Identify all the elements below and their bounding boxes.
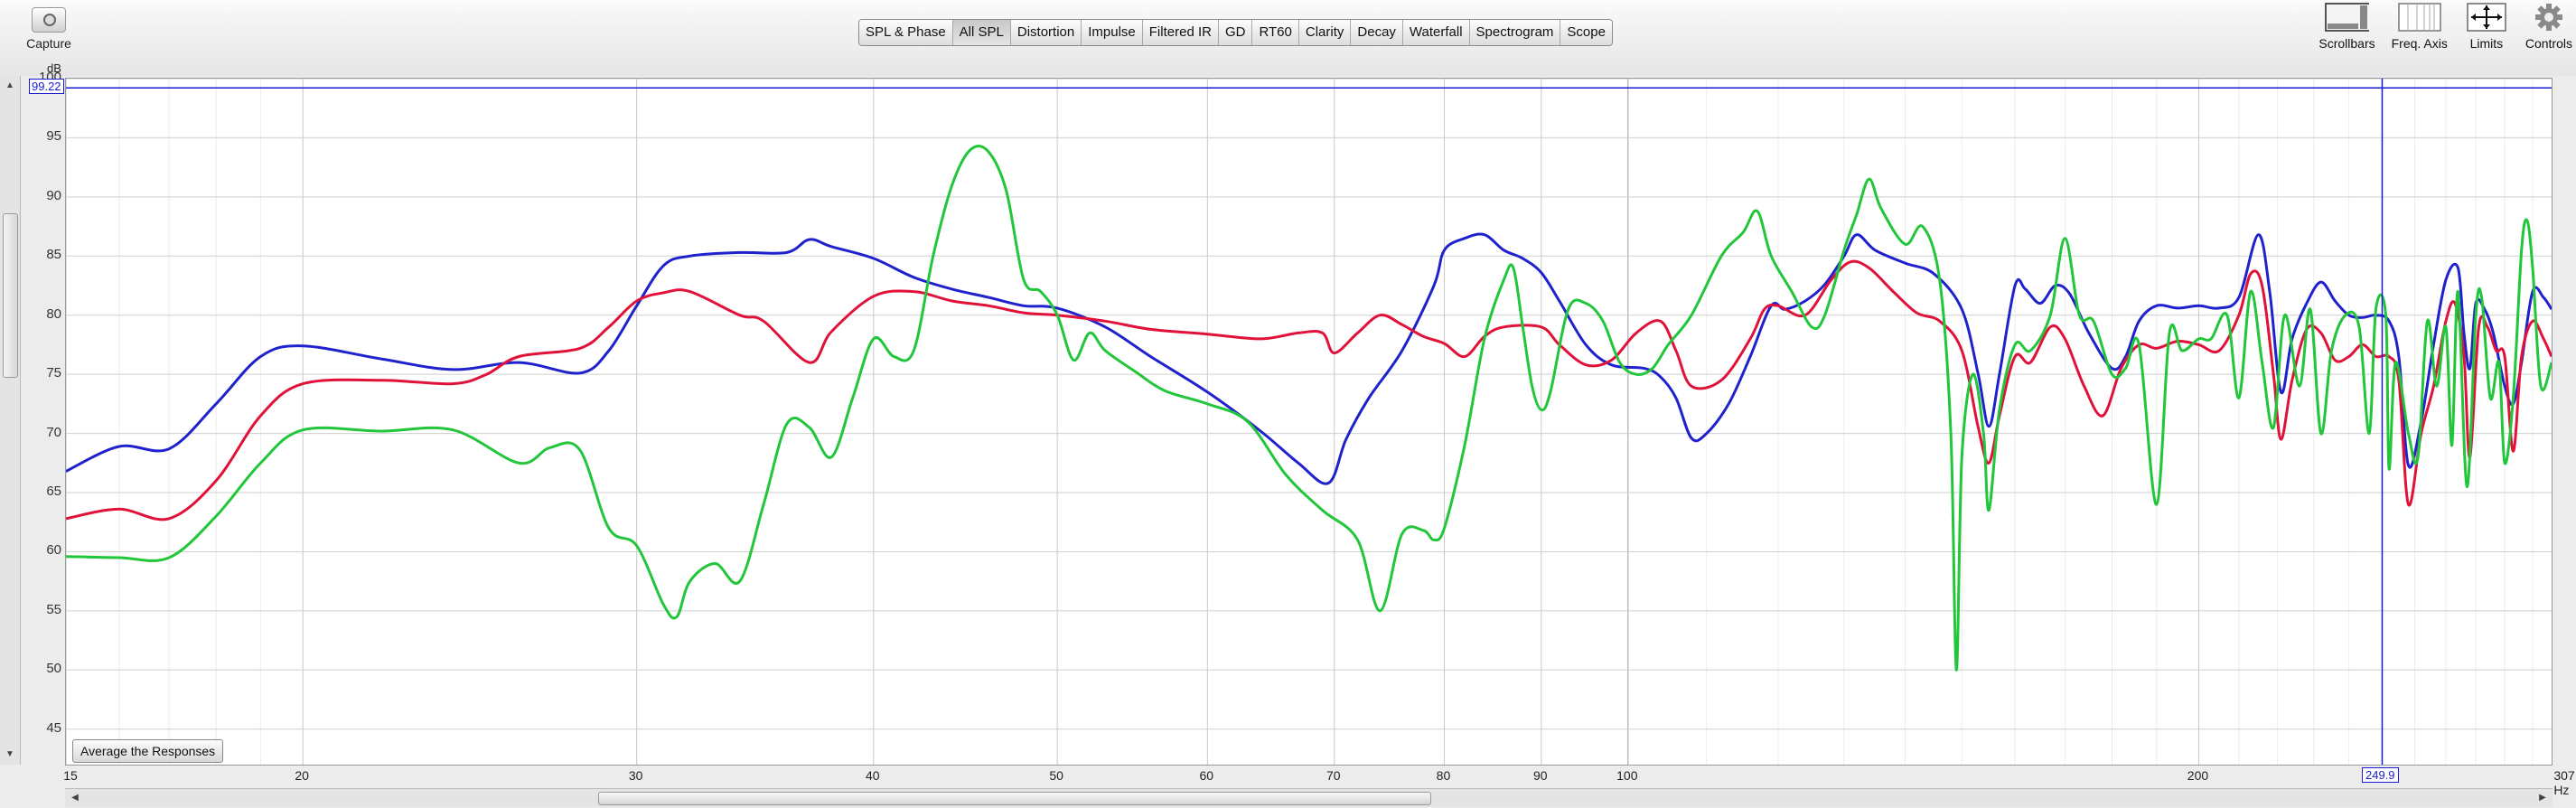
x-tick-label: 50 <box>1049 768 1063 783</box>
average-responses-button[interactable]: Average the Responses <box>72 739 224 763</box>
controls-label: Controls <box>2524 36 2572 51</box>
tab-spectrogram[interactable]: Spectrogram <box>1469 20 1561 45</box>
scroll-right-icon[interactable]: ▶ <box>2536 792 2549 804</box>
y-tick-label: 55 <box>46 601 61 617</box>
tab-filtered-ir[interactable]: Filtered IR <box>1142 20 1219 45</box>
x-tick-label: 40 <box>866 768 880 783</box>
tab-decay[interactable]: Decay <box>1351 20 1403 45</box>
capture-button[interactable]: Capture <box>13 7 85 51</box>
limits-label: Limits <box>2469 36 2504 51</box>
tab-gd[interactable]: GD <box>1218 20 1253 45</box>
freq-axis-label: Freq. Axis <box>2391 36 2448 51</box>
x-tick-label: 80 <box>1436 768 1451 783</box>
freq-axis-icon <box>2397 2 2442 33</box>
x-tick-label: 15 <box>63 768 78 783</box>
x-tick-label: 70 <box>1325 768 1341 783</box>
right-tools: Scrollbars Freq. Axis Limits Controls <box>2318 2 2576 51</box>
y-tick-label: 65 <box>46 484 61 500</box>
view-tabs: SPL & Phase All SPL Distortion Impulse F… <box>858 19 1613 46</box>
controls-button[interactable]: Controls <box>2525 2 2572 51</box>
scrollbars-label: Scrollbars <box>2318 36 2375 51</box>
y-tick-label: 45 <box>46 719 61 736</box>
tab-impulse[interactable]: Impulse <box>1082 20 1143 45</box>
scroll-up-icon[interactable]: ▲ <box>4 80 16 92</box>
limits-button[interactable]: Limits <box>2464 2 2509 51</box>
x-tick-label: 90 <box>1533 768 1548 783</box>
gear-icon <box>2526 2 2571 33</box>
freq-axis-button[interactable]: Freq. Axis <box>2392 2 2448 51</box>
y-tick-label: 80 <box>46 305 61 322</box>
tab-clarity[interactable]: Clarity <box>1298 20 1352 45</box>
x-tick-label: 100 <box>1616 768 1638 783</box>
scroll-left-icon[interactable]: ◀ <box>69 792 81 804</box>
tab-distortion[interactable]: Distortion <box>1010 20 1082 45</box>
y-tick-label: 90 <box>46 187 61 203</box>
tab-scope[interactable]: Scope <box>1560 20 1612 45</box>
scroll-down-icon[interactable]: ▼ <box>4 748 16 761</box>
vertical-scroll-thumb[interactable] <box>3 213 18 378</box>
y-tick-label: 75 <box>46 365 61 381</box>
y-tick-label: 95 <box>46 128 61 145</box>
plot-area[interactable] <box>65 78 2553 766</box>
series-line-0 <box>65 232 2553 485</box>
x-axis-unit: 307 Hz <box>2553 768 2575 797</box>
x-tick-label: 60 <box>1199 768 1214 783</box>
tab-rt60[interactable]: RT60 <box>1252 20 1299 45</box>
y-tick-label: 50 <box>46 661 61 677</box>
x-tick-label: 20 <box>295 768 309 783</box>
cursor-x-readout: 249.9 <box>2362 767 2399 783</box>
scrollbars-icon <box>2324 2 2370 33</box>
x-tick-label: 30 <box>628 768 643 783</box>
y-tick-label: 70 <box>46 424 61 440</box>
series-line-2 <box>65 145 2553 672</box>
y-tick-label: 60 <box>46 542 61 559</box>
y-tick-label: 85 <box>46 247 61 263</box>
capture-label: Capture <box>26 36 71 51</box>
toolbar: Capture SPL & Phase All SPL Distortion I… <box>0 0 2576 76</box>
camera-icon <box>32 7 66 33</box>
limits-icon <box>2464 2 2509 33</box>
tab-all-spl[interactable]: All SPL <box>952 20 1011 45</box>
x-tick-label: 200 <box>2187 768 2209 783</box>
tab-waterfall[interactable]: Waterfall <box>1402 20 1470 45</box>
spl-chart <box>65 78 2553 765</box>
horizontal-scroll-thumb[interactable] <box>598 792 1431 805</box>
series-line-1 <box>65 259 2553 521</box>
scrollbars-button[interactable]: Scrollbars <box>2318 2 2375 51</box>
tab-spl-phase[interactable]: SPL & Phase <box>859 20 953 45</box>
horizontal-scrollbar[interactable]: ◀ ▶ <box>65 788 2553 807</box>
cursor-y-readout: 99.22 <box>29 79 64 94</box>
vertical-scrollbar[interactable]: ▲ ▼ <box>0 76 21 765</box>
